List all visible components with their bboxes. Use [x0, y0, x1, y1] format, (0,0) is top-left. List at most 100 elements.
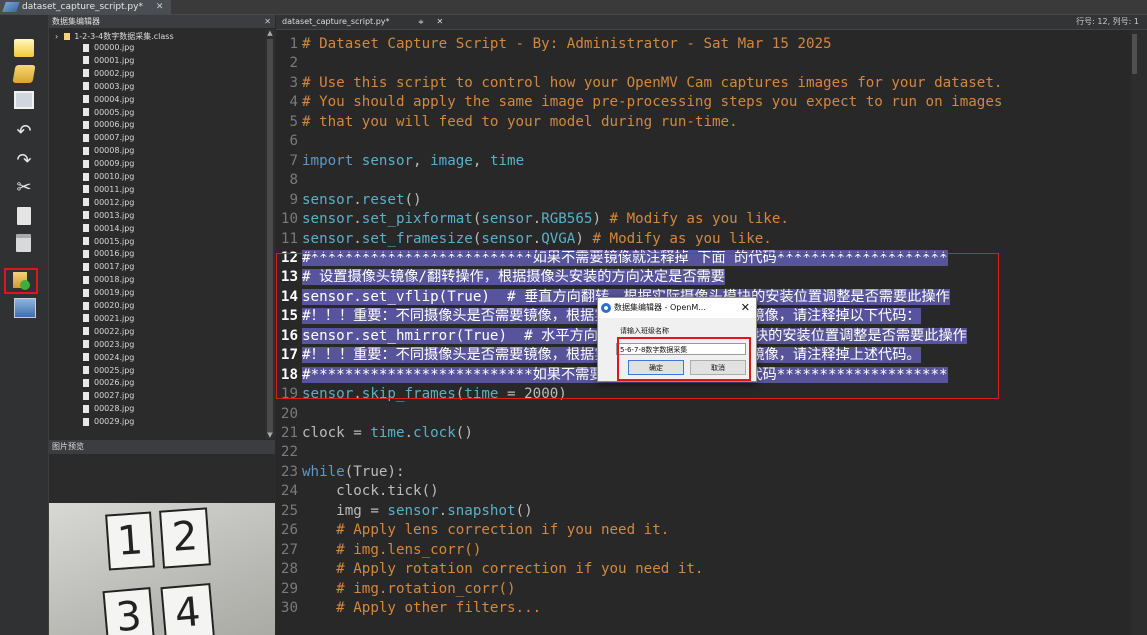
list-item[interactable]: 00003.jpg — [83, 81, 134, 92]
code-line[interactable]: 20 — [276, 405, 1138, 424]
code-line[interactable]: 3 # Use this script to control how your O… — [276, 74, 1138, 93]
code-line[interactable]: 1 # Dataset Capture Script - By: Administ… — [276, 35, 1138, 54]
new-file-icon[interactable] — [14, 39, 34, 57]
list-item[interactable]: 00010.jpg — [83, 171, 134, 182]
close-icon[interactable]: ✕ — [264, 15, 271, 28]
list-item[interactable]: 00004.jpg — [83, 94, 134, 105]
image-file-icon — [83, 185, 89, 194]
code-line[interactable]: 10 sensor.set_pixformat(sensor.RGB565) # … — [276, 210, 1138, 229]
digit-card: 1 — [105, 511, 155, 571]
line-number: 21 — [280, 425, 298, 441]
cancel-button[interactable]: 取消 — [690, 360, 746, 375]
tree-root-folder[interactable]: › 1-2-3-4数字数据采集.class — [55, 31, 174, 42]
list-item[interactable]: 00020.jpg — [83, 300, 134, 311]
dataset-editor-icon[interactable] — [4, 268, 38, 294]
code-line[interactable]: 28 # Apply rotation correction if you ne… — [276, 560, 1138, 579]
document-tab[interactable]: dataset_capture_script.py* ✕ — [0, 0, 172, 14]
class-name-input[interactable]: 5-6-7-8数字数据采集 — [616, 343, 746, 355]
code-line[interactable]: 13 # 设置摄像头镜像/翻转操作，根据摄像头安装的方向决定是否需要 — [276, 268, 1138, 287]
scrollbar-thumb[interactable] — [1132, 34, 1137, 74]
list-item[interactable]: 00022.jpg — [83, 326, 134, 337]
code-line[interactable]: 30 # Apply other filters... — [276, 599, 1138, 618]
tree-scrollbar[interactable]: ▲ ▼ — [265, 29, 275, 439]
code-line[interactable]: 22 — [276, 443, 1138, 462]
scroll-up-icon[interactable]: ▲ — [265, 29, 275, 37]
list-item[interactable]: 00014.jpg — [83, 223, 134, 234]
code-line[interactable]: 4 # You should apply the same image pre-p… — [276, 93, 1138, 112]
list-item[interactable]: 00025.jpg — [83, 365, 134, 376]
editor-tab[interactable]: dataset_capture_script.py* ≑ ✕ — [276, 15, 449, 29]
list-item[interactable]: 00028.jpg — [83, 403, 134, 414]
redo-icon[interactable]: ↷ — [14, 152, 34, 170]
list-item[interactable]: 00006.jpg — [83, 119, 134, 130]
code-token: ) — [575, 230, 593, 247]
code-token: # img.lens_corr() — [302, 541, 482, 558]
close-icon[interactable]: ✕ — [156, 2, 164, 12]
undo-icon[interactable]: ↶ — [14, 123, 34, 141]
paste-icon[interactable] — [16, 234, 31, 252]
code-line[interactable]: 6 — [276, 132, 1138, 151]
cut-icon[interactable]: ✂ — [14, 179, 34, 197]
list-item[interactable]: 00001.jpg — [83, 55, 134, 66]
code-line[interactable]: 5 # that you will feed to your model duri… — [276, 113, 1138, 132]
code-line[interactable]: 24 clock.tick() — [276, 482, 1138, 501]
code-token: sensor — [302, 211, 354, 228]
copy-icon[interactable] — [17, 207, 31, 225]
line-number: 12 — [280, 249, 298, 266]
code-line[interactable]: 26 # Apply lens correction if you need i… — [276, 521, 1138, 540]
list-item[interactable]: 00002.jpg — [83, 68, 134, 79]
list-item[interactable]: 00007.jpg — [83, 132, 134, 143]
image-file-icon — [83, 82, 89, 91]
list-item[interactable]: 00024.jpg — [83, 352, 134, 363]
code-line[interactable]: 23 while(True): — [276, 463, 1138, 482]
file-name: 00006.jpg — [94, 120, 135, 130]
code-line[interactable]: 11 sensor.set_framesize(sensor.QVGA) # Mo… — [276, 230, 1138, 249]
code-line[interactable]: 2 — [276, 54, 1138, 73]
code-token: ) — [592, 211, 610, 228]
line-number: 19 — [280, 386, 298, 403]
list-item[interactable]: 00029.jpg — [83, 416, 134, 427]
image-file-icon — [83, 224, 89, 233]
code-line[interactable]: 12 #**************************如果不需要镜像就注释掉… — [276, 249, 1138, 268]
code-line[interactable]: 27 # img.lens_corr() — [276, 541, 1138, 560]
code-line[interactable]: 7 import sensor, image, time — [276, 152, 1138, 171]
list-item[interactable]: 00005.jpg — [83, 107, 134, 118]
scroll-down-icon[interactable]: ▼ — [265, 431, 275, 439]
list-item[interactable]: 00012.jpg — [83, 197, 134, 208]
code-line[interactable]: 8 — [276, 171, 1138, 190]
list-item[interactable]: 00015.jpg — [83, 236, 134, 247]
list-item[interactable]: 00027.jpg — [83, 390, 134, 401]
list-item[interactable]: 00011.jpg — [83, 184, 134, 195]
editor-scrollbar[interactable] — [1131, 30, 1138, 635]
close-icon[interactable]: ✕ — [436, 17, 443, 26]
code-line[interactable]: 21 clock = time.clock() — [276, 424, 1138, 443]
ok-button[interactable]: 确定 — [628, 360, 684, 375]
code-token: sensor — [302, 230, 354, 247]
list-item[interactable]: 00018.jpg — [83, 274, 134, 285]
scrollbar-thumb[interactable] — [267, 39, 273, 434]
list-item[interactable]: 00023.jpg — [83, 339, 134, 350]
screenshot-icon[interactable] — [14, 298, 36, 318]
chevron-right-icon[interactable]: › — [55, 32, 58, 41]
tab-list-icon[interactable]: ≑ — [418, 18, 424, 26]
list-item[interactable]: 00026.jpg — [83, 377, 134, 388]
cursor-position: 行号: 12, 列号: 1 — [1076, 17, 1139, 26]
code-line[interactable]: 29 # img.rotation_corr() — [276, 580, 1138, 599]
digit-card: 4 — [160, 582, 216, 635]
list-item[interactable]: 00009.jpg — [83, 158, 134, 169]
list-item[interactable]: 00013.jpg — [83, 210, 134, 221]
list-item[interactable]: 00000.jpg — [83, 42, 134, 53]
code-line[interactable]: 9 sensor.reset() — [276, 191, 1138, 210]
open-folder-icon[interactable] — [12, 65, 36, 83]
code-line[interactable]: 25 img = sensor.snapshot() — [276, 502, 1138, 521]
code-line[interactable]: 19 sensor.skip_frames(time = 2000) — [276, 385, 1138, 404]
list-item[interactable]: 00008.jpg — [83, 145, 134, 156]
close-icon[interactable]: ✕ — [741, 298, 750, 318]
list-item[interactable]: 00017.jpg — [83, 261, 134, 272]
save-icon[interactable] — [14, 91, 34, 109]
line-number: 22 — [280, 444, 298, 461]
list-item[interactable]: 00021.jpg — [83, 313, 134, 324]
code-token: #**************************如果不需要镜像就注释掉 下… — [302, 249, 948, 266]
list-item[interactable]: 00016.jpg — [83, 248, 134, 259]
list-item[interactable]: 00019.jpg — [83, 287, 134, 298]
